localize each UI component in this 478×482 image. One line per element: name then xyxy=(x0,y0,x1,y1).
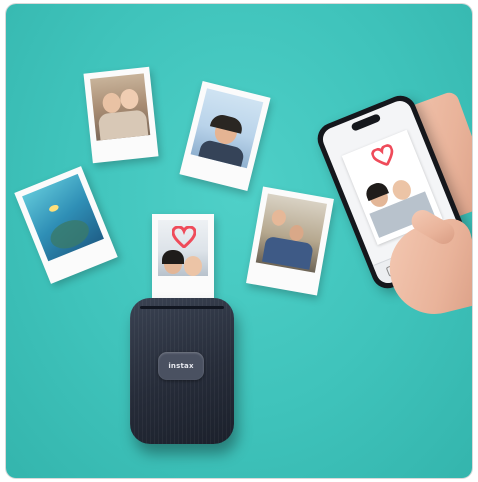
brand-logo: instax xyxy=(168,362,194,370)
instax-printer: instax xyxy=(130,298,234,444)
instant-photo-portrait xyxy=(83,66,159,164)
instant-photo-aquarium xyxy=(14,166,118,284)
heart-icon xyxy=(171,225,197,249)
heart-icon xyxy=(370,143,400,174)
instant-photo-group xyxy=(246,186,334,296)
instant-photo-heart xyxy=(152,214,214,298)
product-image: instax xyxy=(6,4,472,478)
print-slot xyxy=(140,306,224,309)
instant-photo-selfie xyxy=(179,80,271,192)
printer-button[interactable]: instax xyxy=(158,352,204,380)
